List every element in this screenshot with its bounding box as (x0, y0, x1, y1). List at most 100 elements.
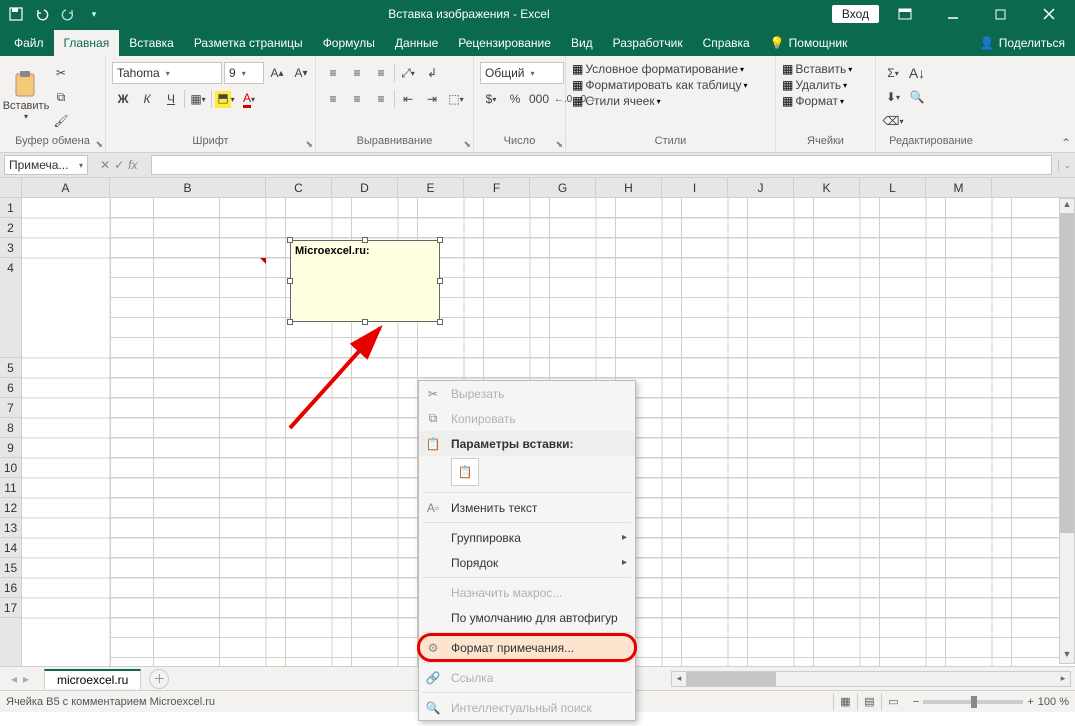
delete-cells-button[interactable]: ▦Удалить▾ (782, 78, 847, 92)
resize-handle[interactable] (437, 237, 443, 243)
row-header[interactable]: 5 (0, 358, 21, 378)
col-header[interactable]: A (22, 178, 110, 197)
decrease-font-button[interactable]: A▾ (290, 62, 312, 84)
row-header[interactable]: 4 (0, 258, 21, 358)
merge-button[interactable]: ⬚▾ (445, 88, 467, 110)
paste-option-default[interactable]: 📋 (451, 458, 479, 486)
col-header[interactable]: C (266, 178, 332, 197)
decrease-indent-button[interactable]: ⇤ (397, 88, 419, 110)
menu-copy[interactable]: ⧉Копировать (419, 406, 635, 431)
row-header[interactable]: 3 (0, 238, 21, 258)
fx-icon[interactable]: fx (128, 158, 137, 172)
wrap-text-button[interactable]: ↲ (421, 62, 443, 84)
tab-data[interactable]: Данные (385, 30, 448, 56)
redo-button[interactable] (56, 2, 80, 26)
bold-button[interactable]: Ж (112, 88, 134, 110)
tab-insert[interactable]: Вставка (119, 30, 184, 56)
row-header[interactable]: 10 (0, 458, 21, 478)
resize-handle[interactable] (437, 278, 443, 284)
cut-button[interactable]: ✂ (50, 62, 72, 84)
number-format-combo[interactable]: Общий▾ (480, 62, 564, 84)
menu-default-autoshape[interactable]: По умолчанию для автофигур (419, 605, 635, 630)
row-header[interactable]: 14 (0, 538, 21, 558)
format-cells-button[interactable]: ▦Формат▾ (782, 94, 844, 108)
tab-help[interactable]: Справка (693, 30, 760, 56)
row-header[interactable]: 6 (0, 378, 21, 398)
menu-smart-lookup[interactable]: 🔍Интеллектуальный поиск (419, 695, 635, 720)
sheet-nav[interactable]: ◂▸ (0, 672, 40, 686)
save-button[interactable] (4, 2, 28, 26)
scroll-up-arrow[interactable]: ▲ (1060, 199, 1074, 213)
percent-button[interactable]: % (504, 88, 526, 110)
zoom-out-button[interactable]: − (913, 696, 919, 708)
scroll-thumb[interactable] (686, 672, 776, 686)
tab-review[interactable]: Рецензирование (448, 30, 561, 56)
minimize-button[interactable] (931, 0, 975, 28)
col-header[interactable]: B (110, 178, 266, 197)
orientation-button[interactable]: ⤢▾ (397, 62, 419, 84)
resize-handle[interactable] (362, 237, 368, 243)
clipboard-launcher-icon[interactable]: ⬊ (95, 139, 103, 150)
scroll-left-arrow[interactable]: ◂ (672, 673, 686, 684)
find-button[interactable]: 🔍 (906, 86, 928, 108)
resize-handle[interactable] (287, 237, 293, 243)
close-button[interactable] (1027, 0, 1071, 28)
font-size-combo[interactable]: 9▾ (224, 62, 264, 84)
page-layout-view-button[interactable]: ▤ (857, 693, 881, 711)
tab-view[interactable]: Вид (561, 30, 603, 56)
row-header[interactable]: 1 (0, 198, 21, 218)
tab-home[interactable]: Главная (54, 30, 120, 56)
col-header[interactable]: L (860, 178, 926, 197)
col-header[interactable]: E (398, 178, 464, 197)
maximize-button[interactable] (979, 0, 1023, 28)
clear-button[interactable]: ⌫▾ (882, 110, 904, 132)
tab-tellme[interactable]: 💡Помощник (760, 30, 858, 56)
collapse-ribbon-button[interactable]: ⌃ (1061, 136, 1071, 150)
increase-indent-button[interactable]: ⇥ (421, 88, 443, 110)
sheet-tab[interactable]: microexcel.ru (44, 669, 141, 689)
add-sheet-button[interactable]: ＋ (149, 669, 169, 689)
align-right-button[interactable]: ≡ (370, 88, 392, 110)
cancel-formula-icon[interactable]: ✕ (100, 158, 110, 172)
resize-handle[interactable] (437, 319, 443, 325)
menu-link[interactable]: 🔗Ссылка (419, 665, 635, 690)
number-launcher-icon[interactable]: ⬊ (555, 139, 563, 150)
fill-button[interactable]: ⬇▾ (882, 86, 904, 108)
zoom-slider[interactable] (923, 700, 1023, 704)
insert-cells-button[interactable]: ▦Вставить▾ (782, 62, 852, 76)
menu-cut[interactable]: ✂Вырезать (419, 381, 635, 406)
font-family-combo[interactable]: Tahoma▾ (112, 62, 222, 84)
col-header[interactable]: K (794, 178, 860, 197)
row-header[interactable]: 9 (0, 438, 21, 458)
col-header[interactable]: H (596, 178, 662, 197)
accept-formula-icon[interactable]: ✓ (114, 158, 124, 172)
undo-button[interactable] (30, 2, 54, 26)
currency-button[interactable]: $▾ (480, 88, 502, 110)
conditional-formatting-button[interactable]: ▦Условное форматирование▾ (572, 62, 744, 76)
zoom-level[interactable]: 100 % (1038, 696, 1069, 708)
fill-color-button[interactable]: ⬒▾ (214, 88, 236, 110)
zoom-in-button[interactable]: + (1027, 696, 1033, 708)
col-header[interactable]: D (332, 178, 398, 197)
align-center-button[interactable]: ≡ (346, 88, 368, 110)
tab-formulas[interactable]: Формулы (313, 30, 385, 56)
col-header[interactable]: F (464, 178, 530, 197)
tab-pagelayout[interactable]: Разметка страницы (184, 30, 313, 56)
comment-box[interactable]: Microexcel.ru: (290, 240, 440, 322)
align-middle-button[interactable]: ≡ (346, 62, 368, 84)
col-header[interactable]: J (728, 178, 794, 197)
sort-filter-button[interactable]: A↓ (906, 62, 928, 84)
tab-share[interactable]: 👤Поделиться (970, 30, 1075, 56)
qat-customize[interactable]: ▾ (82, 2, 106, 26)
row-header[interactable]: 8 (0, 418, 21, 438)
copy-button[interactable]: ⧉ (50, 86, 72, 108)
normal-view-button[interactable]: ▦ (833, 693, 857, 711)
formula-bar[interactable] (151, 155, 1052, 175)
row-header[interactable]: 12 (0, 498, 21, 518)
col-header[interactable]: M (926, 178, 992, 197)
italic-button[interactable]: К (136, 88, 158, 110)
autosum-button[interactable]: Σ▾ (882, 62, 904, 84)
col-header[interactable]: I (662, 178, 728, 197)
font-launcher-icon[interactable]: ⬊ (305, 139, 313, 150)
row-header[interactable]: 11 (0, 478, 21, 498)
